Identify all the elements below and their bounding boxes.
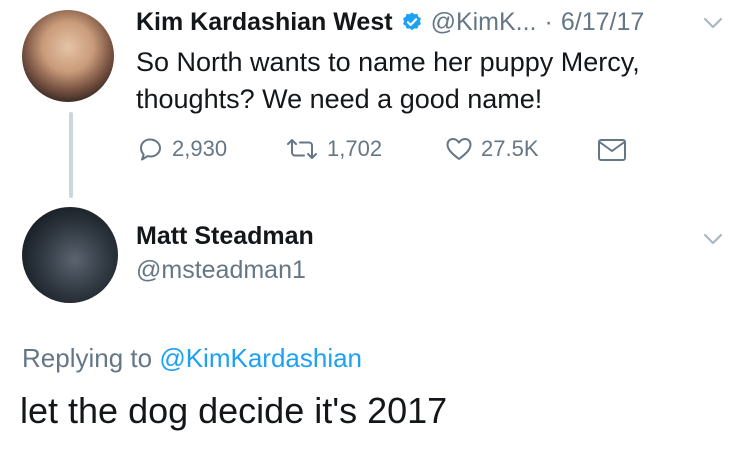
- chevron-down-icon[interactable]: [700, 226, 726, 252]
- reply-action[interactable]: 2,930: [138, 136, 227, 162]
- replying-to-label: Replying to: [22, 343, 153, 373]
- replying-to: Replying to @KimKardashian: [22, 343, 362, 374]
- author-handle[interactable]: @KimK...: [431, 8, 537, 37]
- reply-count: 2,930: [172, 136, 228, 161]
- tweet-header: Kim Kardashian West @KimK... · 6/17/17: [136, 6, 644, 38]
- kim-avatar[interactable]: [22, 10, 114, 102]
- reply-author-handle[interactable]: @msteadman1: [136, 256, 306, 285]
- matt-avatar[interactable]: [22, 207, 118, 303]
- meta-separator: ·: [544, 7, 553, 36]
- tweet-text-line: thoughts? We need a good name!: [136, 84, 543, 114]
- tweet-text-line: So North wants to name her puppy Mercy,: [136, 47, 640, 77]
- replying-to-mention[interactable]: @KimKardashian: [159, 343, 362, 373]
- retweet-count: 1,702: [327, 136, 383, 161]
- like-action[interactable]: 27.5K: [445, 136, 539, 162]
- reply-text: let the dog decide it's 2017: [20, 390, 448, 431]
- reply-author-name[interactable]: Matt Steadman: [136, 222, 314, 251]
- heart-icon: [446, 138, 472, 160]
- tweet-text: So North wants to name her puppy Mercy, …: [136, 44, 736, 118]
- retweet-action[interactable]: 1,702: [285, 136, 382, 162]
- chevron-down-icon[interactable]: [700, 10, 726, 36]
- thread-connector-line: [69, 112, 73, 198]
- envelope-icon[interactable]: [597, 138, 627, 162]
- retweet-icon: [287, 139, 317, 159]
- like-count: 27.5K: [481, 136, 539, 161]
- reply-icon: [140, 138, 161, 161]
- author-name[interactable]: Kim Kardashian West: [136, 8, 393, 37]
- tweet-date[interactable]: 6/17/17: [561, 8, 644, 37]
- verified-badge-icon: [402, 12, 421, 31]
